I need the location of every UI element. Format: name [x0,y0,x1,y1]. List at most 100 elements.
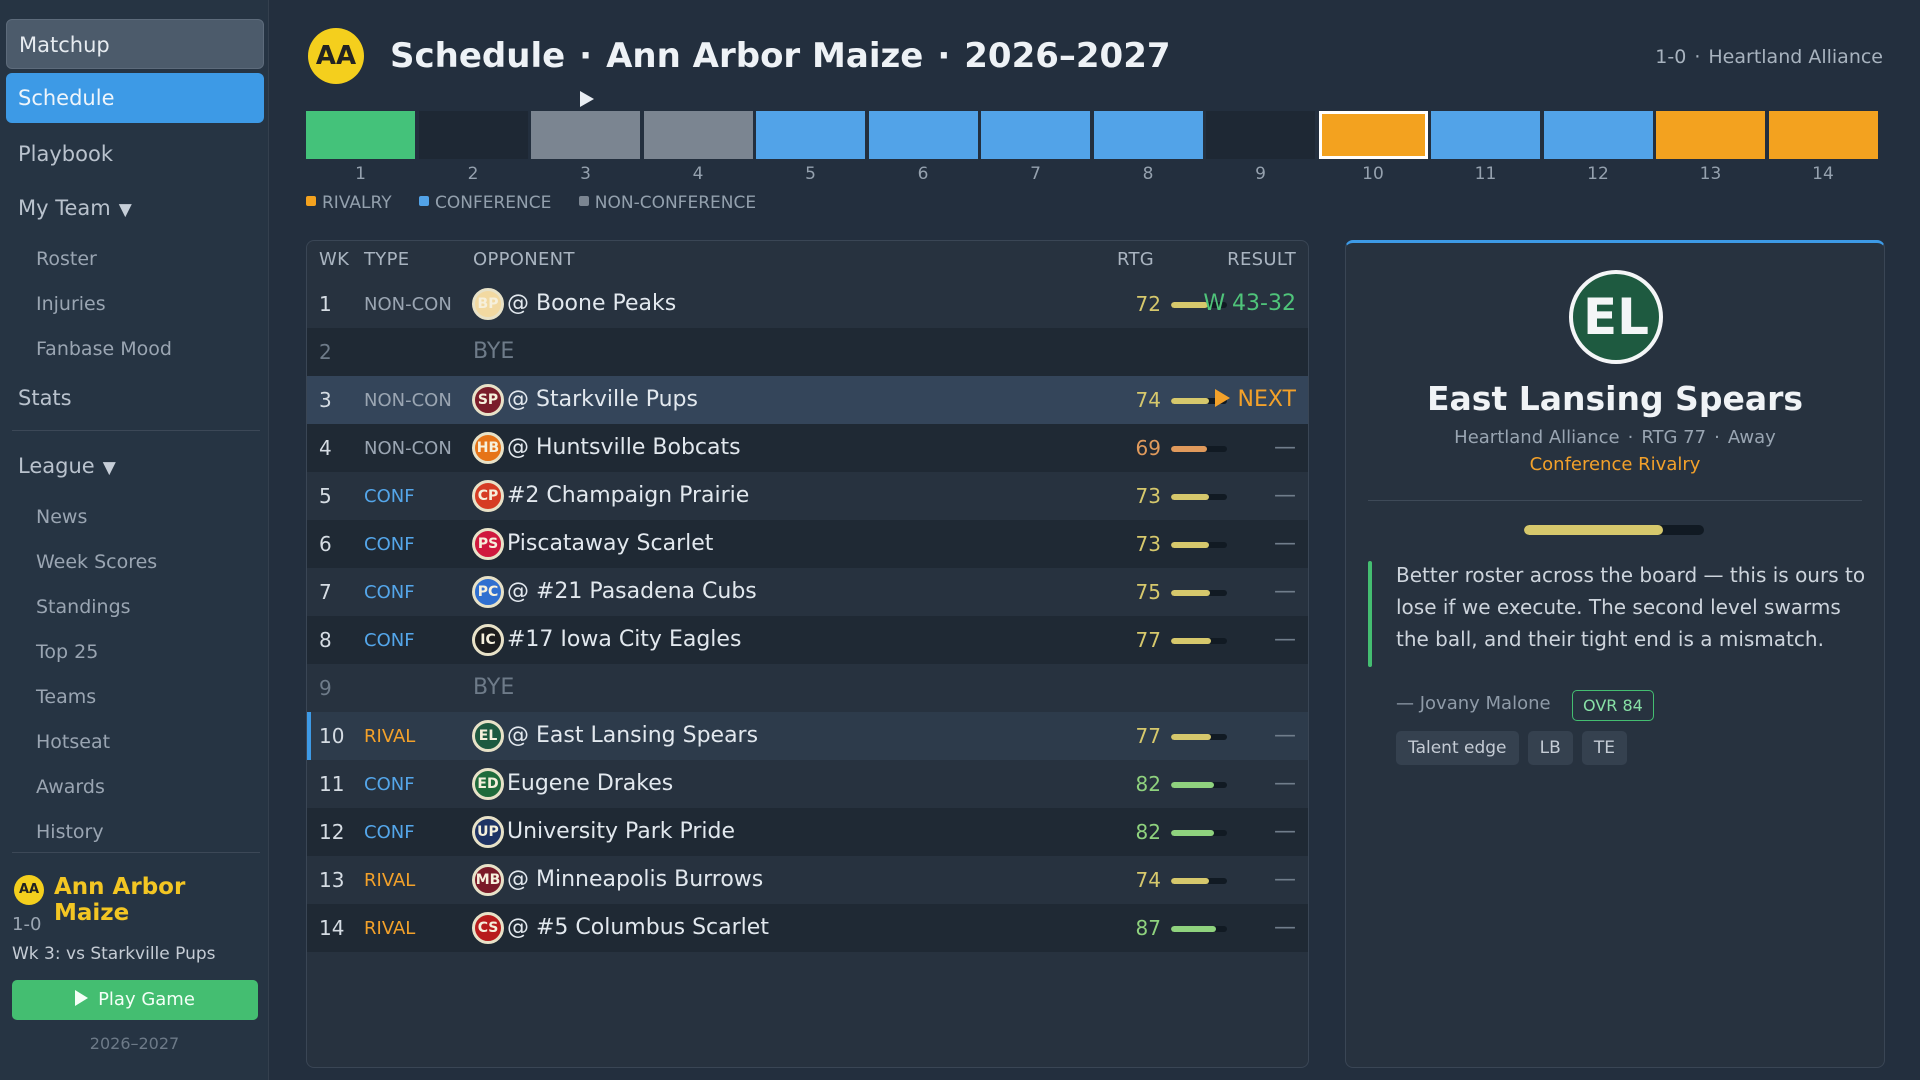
legend-non-conference: NON-CONFERENCE [578,193,756,213]
rating-bar [1171,494,1227,500]
tag-te[interactable]: TE [1581,731,1627,765]
opponent-rtg: RTG 77 [1641,427,1707,448]
week-block-8[interactable] [1093,111,1203,159]
separator-dot: · [1627,427,1634,448]
nav-news[interactable]: News [36,506,87,528]
nav-awards[interactable]: Awards [36,776,105,798]
team-record: 1-0 [12,914,42,935]
opponent-rating: 77 [1135,628,1161,652]
schedule-row[interactable]: 8 CONF IC #17 Iowa City Eagles 77 — [307,616,1308,664]
row-type: CONF [364,486,415,507]
week-block-2[interactable] [418,111,528,159]
nav-hotseat[interactable]: Hotseat [36,731,110,753]
row-type: CONF [364,822,415,843]
page-title-section: Schedule [390,36,566,76]
schedule-row[interactable]: 4 NON-CON HB @ Huntsville Bobcats 69 — [307,424,1308,472]
tag-talent-edge[interactable]: Talent edge [1396,731,1519,765]
week-block-13[interactable] [1656,111,1765,159]
schedule-row[interactable]: 11 CONF ED Eugene Drakes 82 — [307,760,1308,808]
opponent-name[interactable]: @ #21 Pasadena Cubs [507,579,757,604]
row-type: CONF [364,774,415,795]
schedule-row[interactable]: 14 RIVAL CS @ #5 Columbus Scarlet 87 — [307,904,1308,952]
week-number: 12 [1587,164,1609,184]
schedule-row[interactable]: 10 RIVAL EL @ East Lansing Spears 77 — [307,712,1308,760]
row-week: 7 [319,580,332,604]
opponent-meta: Heartland Alliance · RTG 77 · Away [1346,427,1884,448]
row-result-text: — [1274,867,1296,892]
quote-accent [1368,561,1372,667]
team-logo: AA [14,875,44,905]
schedule-row[interactable]: 1 NON-CON BP @ Boone Peaks 72 W 43-32 [307,280,1308,328]
rating-bar [1171,542,1227,548]
opponent-name[interactable]: @ East Lansing Spears [507,723,758,748]
rating-bar-fill [1171,830,1214,836]
play-game-label: Play Game [98,989,195,1010]
opponent-name[interactable]: #2 Champaign Prairie [507,483,749,508]
week-block-7[interactable] [981,111,1090,159]
opponent-name[interactable]: Piscataway Scarlet [507,531,713,556]
opponent-name[interactable]: @ Starkville Pups [507,387,698,412]
nav-week-scores[interactable]: Week Scores [36,551,157,573]
opponent-name[interactable]: @ Minneapolis Burrows [507,867,763,892]
week-number: 8 [1142,164,1154,184]
nav-fanbase-mood[interactable]: Fanbase Mood [36,338,172,360]
rating-bar-fill [1171,878,1210,884]
tag-lb[interactable]: LB [1527,731,1573,765]
schedule-row[interactable]: 13 RIVAL MB @ Minneapolis Burrows 74 — [307,856,1308,904]
row-week: 5 [319,484,332,508]
schedule-row[interactable]: 2 BYE [307,328,1308,376]
row-result: — [1274,819,1296,844]
nav-standings[interactable]: Standings [36,596,131,618]
schedule-row[interactable]: 7 CONF PC @ #21 Pasadena Cubs 75 — [307,568,1308,616]
week-block-10[interactable] [1318,111,1428,159]
opponent-name[interactable]: University Park Pride [507,819,735,844]
page-title-season: 2026–2027 [964,36,1171,76]
week-block-5[interactable] [756,111,865,159]
week-block-6[interactable] [868,111,978,159]
week-block-4[interactable] [643,111,753,159]
schedule-row[interactable]: 5 CONF CP #2 Champaign Prairie 73 — [307,472,1308,520]
row-week: 12 [319,820,345,844]
nav-injuries[interactable]: Injuries [36,293,106,315]
week-block-9[interactable] [1206,111,1315,159]
schedule-row[interactable]: 3 NON-CON SP @ Starkville Pups 74 NEXT [307,376,1308,424]
nav-schedule[interactable]: Schedule [6,73,264,123]
row-result: — [1274,867,1296,892]
nav-history[interactable]: History [36,821,104,843]
week-block-3[interactable] [531,111,640,159]
opponent-name[interactable]: @ Boone Peaks [507,291,676,316]
nav-playbook[interactable]: Playbook [18,142,113,166]
opponent-name: East Lansing Spears [1426,379,1804,418]
play-game-button[interactable]: Play Game [12,980,258,1020]
opponent-name[interactable]: @ Huntsville Bobcats [507,435,741,460]
rating-bar [1171,926,1227,932]
opponent-logo-icon: HB [472,432,504,464]
row-result-text: W 43-32 [1203,291,1296,316]
row-week: 13 [319,868,345,892]
nav-stats[interactable]: Stats [18,386,72,410]
header-conference: Heartland Alliance [1708,46,1883,68]
nav-league[interactable]: League ▼ [18,454,116,478]
opponent-name[interactable]: @ #5 Columbus Scarlet [507,915,769,940]
schedule-row[interactable]: 9 BYE [307,664,1308,712]
scouting-tags: Talent edge LB TE [1396,731,1631,765]
week-block-11[interactable] [1431,111,1540,159]
schedule-row[interactable]: 6 CONF PS Piscataway Scarlet 73 — [307,520,1308,568]
nav-roster[interactable]: Roster [36,248,97,270]
week-number: 9 [1255,164,1266,184]
row-result: — [1274,435,1296,460]
nav-matchup[interactable]: Matchup [6,19,264,69]
opponent-name[interactable]: #17 Iowa City Eagles [507,627,741,652]
opponent-logo-icon: EL [472,720,504,752]
nav-teams[interactable]: Teams [36,686,96,708]
week-block-1[interactable] [306,111,415,159]
nav-top-25[interactable]: Top 25 [36,641,98,663]
week-block-12[interactable] [1543,111,1653,159]
row-week: 10 [319,724,345,748]
separator-dot: · [1694,46,1701,68]
schedule-row[interactable]: 12 CONF UP University Park Pride 82 — [307,808,1308,856]
opponent-rating: 87 [1135,916,1161,940]
nav-my-team[interactable]: My Team ▼ [18,196,132,220]
week-block-14[interactable] [1768,111,1878,159]
opponent-name[interactable]: Eugene Drakes [507,771,673,796]
